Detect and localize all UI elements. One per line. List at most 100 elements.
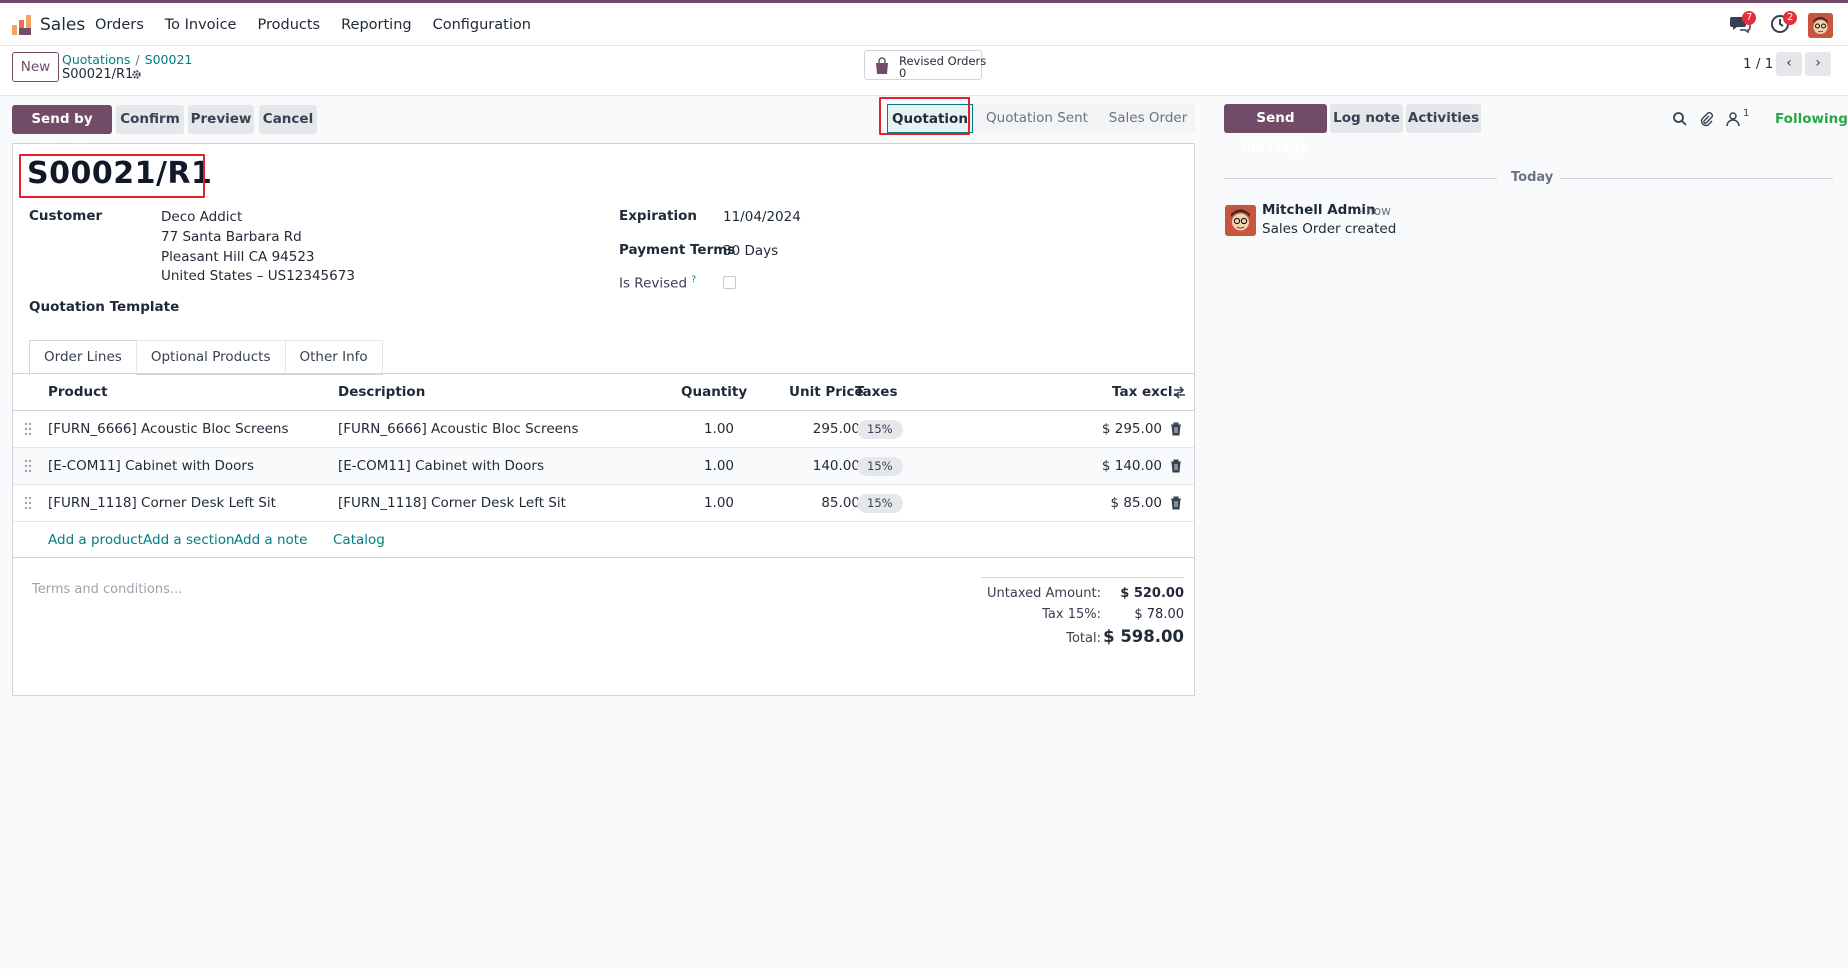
header-unit-price[interactable]: Unit Price	[789, 384, 864, 400]
chevron-left-icon: ‹	[1786, 55, 1792, 71]
payment-terms-label: Payment Terms	[619, 242, 736, 258]
breadcrumb-quotations[interactable]: Quotations	[62, 52, 130, 67]
add-section-link[interactable]: Add a section	[143, 532, 235, 548]
pager-previous-button[interactable]: ‹	[1776, 52, 1802, 76]
header-tax-excl[interactable]: Tax excl.	[1112, 384, 1178, 400]
optional-columns-icon[interactable]	[1173, 386, 1186, 399]
cell-description[interactable]: [FURN_1118] Corner Desk Left Sit	[338, 495, 566, 511]
menu-to-invoice[interactable]: To Invoice	[165, 17, 237, 33]
following-button[interactable]: Following	[1775, 111, 1848, 127]
tax-tag: 15%	[857, 457, 903, 476]
menu-reporting[interactable]: Reporting	[341, 17, 412, 33]
header-taxes[interactable]: Taxes	[855, 384, 897, 400]
expiration-field[interactable]: 11/04/2024	[723, 209, 801, 225]
menu-configuration[interactable]: Configuration	[433, 17, 531, 33]
table-row[interactable]: [FURN_6666] Acoustic Bloc Screens [FURN_…	[13, 411, 1194, 448]
breadcrumb-separator: /	[135, 52, 140, 67]
payment-terms-field[interactable]: 30 Days	[723, 243, 778, 259]
add-note-link[interactable]: Add a note	[234, 532, 307, 548]
app-name[interactable]: Sales	[40, 15, 85, 35]
trash-icon[interactable]	[1170, 459, 1182, 473]
log-note-button[interactable]: Log note	[1330, 104, 1403, 133]
new-button[interactable]: New	[12, 52, 59, 82]
menu-products[interactable]: Products	[257, 17, 320, 33]
terms-and-conditions-field[interactable]: Terms and conditions...	[32, 582, 182, 597]
chevron-right-icon: ›	[1815, 55, 1821, 71]
messages-badge: 7	[1742, 11, 1757, 25]
add-line-row: Add a product Add a section Add a note C…	[13, 522, 1194, 558]
tab-other-info[interactable]: Other Info	[284, 340, 383, 375]
header-description[interactable]: Description	[338, 384, 425, 400]
drag-handle-icon[interactable]	[23, 422, 33, 436]
customer-address-line3: United States – US12345673	[161, 268, 355, 284]
send-by-email-button[interactable]: Send by Email	[12, 105, 112, 156]
cell-description[interactable]: [E-COM11] Cabinet with Doors	[338, 458, 544, 474]
tab-order-lines[interactable]: Order Lines	[29, 340, 137, 375]
paperclip-icon[interactable]	[1698, 111, 1714, 127]
gear-icon[interactable]	[131, 69, 142, 80]
cell-subtotal: $ 140.00	[1101, 458, 1162, 474]
tab-optional-products[interactable]: Optional Products	[135, 340, 286, 375]
pager-value[interactable]: 1 / 1	[1743, 56, 1773, 72]
activities-button[interactable]: Activities	[1406, 104, 1481, 133]
search-icon[interactable]	[1672, 111, 1688, 127]
revised-orders-smart-button[interactable]: Revised Orders 0	[864, 50, 986, 80]
notebook-tabs: Order Lines Optional Products Other Info	[29, 340, 383, 375]
cell-product[interactable]: [FURN_6666] Acoustic Bloc Screens	[48, 421, 289, 437]
is-revised-checkbox[interactable]	[723, 276, 736, 289]
total-value: $ 598.00	[1103, 627, 1184, 646]
untaxed-amount-label: Untaxed Amount:	[987, 586, 1101, 601]
table-header: Product Description Quantity Unit Price …	[13, 374, 1194, 411]
divider-line	[1224, 178, 1497, 179]
tax-tag: 15%	[857, 420, 903, 439]
table-row[interactable]: [FURN_1118] Corner Desk Left Sit [FURN_1…	[13, 485, 1194, 522]
confirm-button[interactable]: Confirm	[116, 105, 184, 134]
pager-next-button[interactable]: ›	[1805, 52, 1831, 76]
cell-unit-price[interactable]: 85.00	[821, 495, 860, 511]
breadcrumb-s00021[interactable]: S00021	[145, 52, 193, 67]
tax-tag: 15%	[857, 494, 903, 513]
trash-icon[interactable]	[1170, 496, 1182, 510]
customer-address-line1: 77 Santa Barbara Rd	[161, 229, 302, 245]
catalog-link[interactable]: Catalog	[333, 532, 385, 548]
drag-handle-icon[interactable]	[23, 496, 33, 510]
cell-subtotal: $ 85.00	[1110, 495, 1162, 511]
help-tooltip-icon[interactable]: ?	[691, 275, 696, 285]
header-product[interactable]: Product	[48, 384, 108, 400]
add-product-link[interactable]: Add a product	[48, 532, 143, 548]
quotation-status-highlight	[879, 97, 970, 135]
message-time: - now	[1358, 204, 1391, 218]
status-sales-order[interactable]: Sales Order	[1101, 104, 1195, 133]
status-quotation-sent[interactable]: Quotation Sent	[973, 104, 1101, 133]
total-label: Total:	[1066, 631, 1101, 646]
header-quantity[interactable]: Quantity	[681, 384, 747, 400]
form-sheet: S00021/R1 Customer Deco Addict 77 Santa …	[12, 143, 1195, 696]
cell-unit-price[interactable]: 295.00	[813, 421, 860, 437]
drag-handle-icon[interactable]	[23, 459, 33, 473]
cell-quantity[interactable]: 1.00	[704, 458, 734, 474]
preview-button[interactable]: Preview	[188, 105, 254, 134]
send-message-button[interactable]: Send message	[1224, 104, 1327, 155]
sales-app-icon[interactable]	[11, 14, 33, 36]
cancel-button[interactable]: Cancel	[259, 105, 317, 134]
expiration-label: Expiration	[619, 208, 697, 224]
followers-icon[interactable]	[1725, 111, 1741, 127]
cell-quantity[interactable]: 1.00	[704, 421, 734, 437]
avatar[interactable]	[1225, 205, 1256, 236]
cell-product[interactable]: [E-COM11] Cabinet with Doors	[48, 458, 254, 474]
control-panel: New Quotations / S00021 S00021/R1 Revised …	[0, 46, 1848, 96]
user-avatar[interactable]	[1808, 13, 1833, 38]
trash-icon[interactable]	[1170, 422, 1182, 436]
cell-product[interactable]: [FURN_1118] Corner Desk Left Sit	[48, 495, 276, 511]
table-row[interactable]: [E-COM11] Cabinet with Doors [E-COM11] C…	[13, 448, 1194, 485]
smart-button-label: Revised Orders	[899, 54, 987, 68]
cell-unit-price[interactable]: 140.00	[813, 458, 860, 474]
cell-description[interactable]: [FURN_6666] Acoustic Bloc Screens	[338, 421, 579, 437]
customer-name[interactable]: Deco Addict	[161, 209, 242, 225]
menu-orders[interactable]: Orders	[95, 17, 144, 33]
title-highlight	[19, 154, 205, 198]
totals-block: Untaxed Amount: $ 520.00 Tax 15%: $ 78.0…	[981, 577, 1184, 646]
today-separator: Today	[1511, 170, 1554, 185]
cell-quantity[interactable]: 1.00	[704, 495, 734, 511]
tax-value: $ 78.00	[1134, 607, 1184, 622]
